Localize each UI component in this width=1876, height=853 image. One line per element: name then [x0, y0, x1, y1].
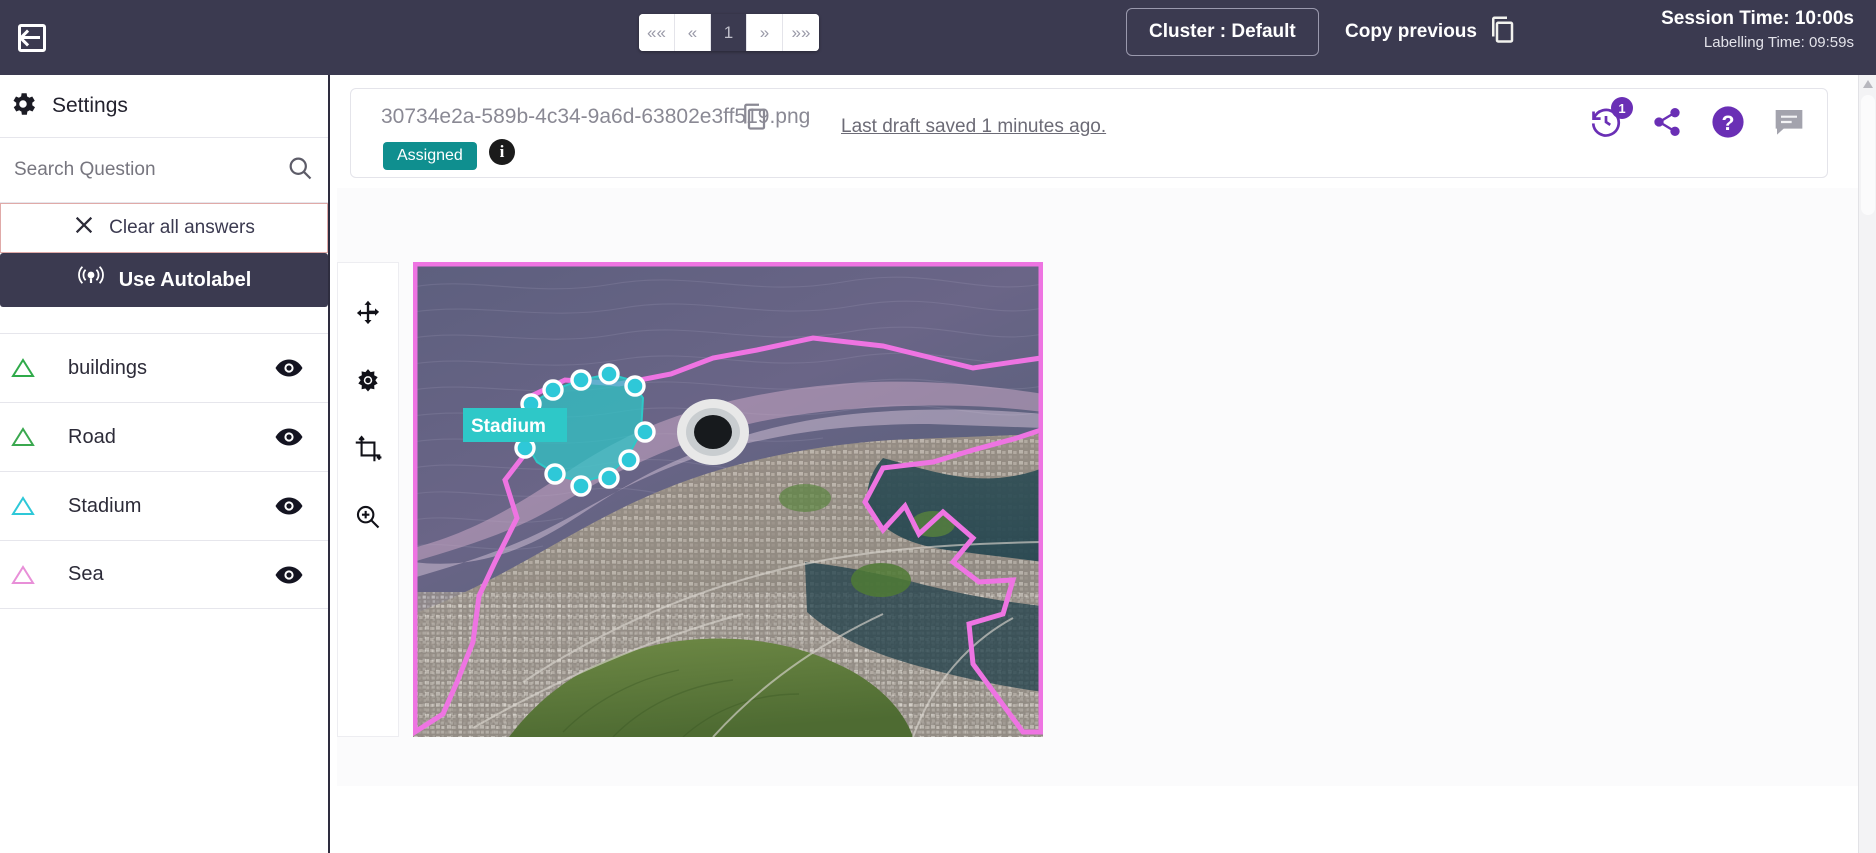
triangle-icon — [8, 425, 38, 449]
pagination-prev-button[interactable]: « — [675, 14, 711, 51]
crop-tool[interactable] — [348, 429, 388, 469]
eye-icon[interactable] — [272, 489, 306, 523]
eye-icon[interactable] — [272, 558, 306, 592]
comment-icon[interactable] — [1773, 107, 1805, 137]
scrollbar-thumb[interactable] — [1861, 95, 1875, 215]
brightness-tool[interactable] — [348, 361, 388, 401]
copy-previous-button[interactable]: Copy previous — [1345, 8, 1517, 56]
history-badge: 1 — [1611, 97, 1633, 119]
session-time: Session Time: 10:00s — [1661, 6, 1854, 32]
sidebar: Settings Clear all answers — [0, 75, 330, 853]
svg-text:?: ? — [1722, 111, 1735, 135]
cluster-selector[interactable]: Cluster : Default — [1126, 8, 1319, 56]
triangle-icon — [8, 563, 38, 587]
eye-icon[interactable] — [272, 420, 306, 454]
session-timers: Session Time: 10:00s Labelling Time: 09:… — [1661, 6, 1854, 54]
cluster-label: Cluster : Default — [1149, 21, 1296, 43]
exit-left-icon — [18, 24, 46, 52]
satellite-image: Stadium — [413, 262, 1043, 737]
pagination-next-button[interactable]: » — [747, 14, 783, 51]
stadium-label-text: Stadium — [471, 416, 546, 437]
back-button[interactable] — [8, 14, 56, 62]
history-icon[interactable]: 1 — [1589, 105, 1623, 139]
copy-icon — [1487, 14, 1517, 50]
broadcast-icon — [77, 264, 105, 296]
move-tool[interactable] — [348, 293, 388, 333]
label-name: Road — [68, 426, 272, 449]
chevron-up-icon[interactable] — [1859, 75, 1876, 93]
main-content: 30734e2a-589b-4c34-9a6d-63802e3ff519.png… — [332, 75, 1858, 853]
use-autolabel-button[interactable]: Use Autolabel — [0, 253, 328, 307]
settings-label: Settings — [52, 94, 128, 118]
file-header-card: 30734e2a-589b-4c34-9a6d-63802e3ff519.png… — [350, 88, 1828, 178]
gear-icon — [8, 89, 38, 124]
pagination: «« « 1 » »» — [639, 14, 819, 51]
draft-status[interactable]: Last draft saved 1 minutes ago. — [841, 116, 1106, 138]
search-input[interactable] — [14, 159, 286, 181]
annotation-image[interactable]: Stadium — [413, 262, 1043, 737]
pagination-last-button[interactable]: »» — [783, 14, 819, 51]
copy-previous-label: Copy previous — [1345, 21, 1477, 43]
vertical-scrollbar[interactable] — [1858, 75, 1876, 853]
clear-all-answers-button[interactable]: Clear all answers — [0, 203, 328, 253]
label-row-sea[interactable]: Sea — [0, 540, 328, 609]
label-row-stadium[interactable]: Stadium — [0, 471, 328, 540]
pagination-first-button[interactable]: «« — [639, 14, 675, 51]
label-name: Stadium — [68, 495, 272, 518]
search-question-field[interactable] — [0, 137, 328, 203]
triangle-icon — [8, 494, 38, 518]
info-icon[interactable]: i — [489, 139, 515, 165]
help-icon[interactable]: ? — [1711, 105, 1745, 139]
label-row-road[interactable]: Road — [0, 402, 328, 471]
status-badge: Assigned — [383, 142, 477, 170]
canvas-toolbar — [337, 262, 399, 737]
header-action-icons: 1 ? — [1589, 105, 1805, 139]
labelling-time: Labelling Time: 09:59s — [1661, 32, 1854, 54]
canvas-area: Stadium — [337, 188, 1858, 786]
label-name: buildings — [68, 357, 272, 380]
label-row-buildings[interactable]: buildings — [0, 333, 328, 402]
search-icon[interactable] — [286, 154, 314, 187]
top-bar: «« « 1 » »» Cluster : Default Copy previ… — [0, 0, 1876, 75]
zoom-tool[interactable] — [348, 497, 388, 537]
copy-filename-button[interactable] — [739, 101, 769, 136]
close-x-icon — [73, 214, 95, 242]
label-list: buildings Road — [0, 333, 328, 609]
label-name: Sea — [68, 563, 272, 586]
settings-button[interactable]: Settings — [0, 75, 328, 137]
eye-icon[interactable] — [272, 351, 306, 385]
triangle-icon — [8, 356, 38, 380]
share-icon[interactable] — [1651, 106, 1683, 138]
clear-all-answers-label: Clear all answers — [109, 217, 255, 239]
use-autolabel-label: Use Autolabel — [119, 269, 252, 292]
pagination-current-page[interactable]: 1 — [711, 14, 747, 51]
